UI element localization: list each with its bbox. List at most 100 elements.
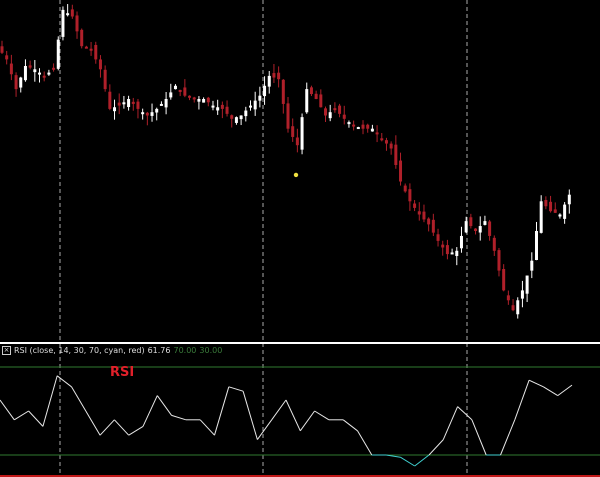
rsi-segment — [99, 419, 115, 436]
candle-body — [253, 100, 257, 110]
rsi-segment — [128, 425, 144, 436]
candle-body — [441, 244, 445, 248]
rsi-segment — [500, 419, 516, 456]
rsi-segment — [557, 384, 573, 397]
rsi-segment — [471, 419, 487, 456]
candle-body — [352, 124, 356, 127]
candle-body — [431, 219, 435, 233]
candle-body — [220, 104, 224, 109]
candle-body — [98, 59, 102, 70]
rsi-levels — [0, 366, 600, 456]
candle-body — [389, 143, 393, 149]
candle-body — [502, 269, 506, 291]
candle-body — [150, 112, 154, 116]
candle-body — [108, 91, 112, 109]
candle-body — [258, 95, 262, 101]
candle-body — [488, 221, 492, 236]
candle-body — [23, 66, 27, 81]
rsi-segment — [314, 410, 330, 421]
candle-body — [19, 77, 23, 88]
candle-body — [263, 85, 267, 97]
rsi-segment — [42, 375, 58, 427]
candle-body — [333, 108, 337, 111]
candle-body — [272, 73, 276, 78]
candle-body — [56, 39, 60, 69]
vertical-gridlines — [59, 0, 468, 477]
candle-body — [0, 46, 4, 53]
candle-body — [394, 144, 398, 165]
candle-body — [328, 112, 332, 119]
candle-body — [511, 305, 515, 311]
candle-body — [295, 137, 299, 146]
candle-body — [342, 114, 346, 119]
rsi-segment — [156, 395, 173, 416]
candle-body — [94, 44, 98, 60]
candle-body — [553, 209, 557, 213]
candle-body — [455, 250, 459, 256]
chart-window: × RSI (close, 14, 30, 70, cyan, red) 61.… — [0, 0, 600, 477]
candle-body — [202, 99, 206, 103]
candle-body — [113, 107, 117, 112]
rsi-title: RSI — [110, 365, 135, 380]
rsi-segment — [14, 410, 29, 421]
candle-body — [131, 101, 135, 104]
candle-body — [567, 194, 571, 205]
candle-body — [314, 93, 318, 99]
candle-body — [52, 67, 56, 70]
rsi-segment — [428, 439, 444, 456]
candle-body — [408, 189, 412, 202]
candle-body — [530, 260, 534, 271]
candle-body — [225, 106, 229, 114]
close-box-icon[interactable]: × — [2, 346, 11, 355]
candle-body — [558, 214, 562, 217]
rsi-segment — [528, 379, 544, 388]
candle-body — [305, 89, 309, 113]
candle-body — [370, 128, 374, 132]
candle-body — [300, 117, 304, 150]
rsi-segment — [242, 391, 258, 440]
candle-body — [544, 200, 548, 207]
candle-body — [70, 9, 74, 17]
rsi-segment — [142, 395, 158, 427]
candle-body — [188, 95, 192, 98]
rsi-segment — [56, 375, 72, 388]
candle-body — [497, 250, 501, 271]
candle-body — [450, 252, 454, 255]
rsi-segment — [543, 386, 558, 397]
candle-body — [478, 226, 482, 233]
rsi-segment — [171, 414, 187, 421]
candle-body — [534, 231, 538, 261]
rsi-segment — [271, 399, 287, 421]
candle-body — [206, 97, 210, 103]
candle-body — [164, 99, 168, 108]
rsi-segment — [228, 386, 244, 392]
rsi-segment — [85, 410, 101, 436]
candle-body — [356, 127, 360, 130]
candle-body — [506, 295, 510, 301]
candle-body — [427, 218, 431, 225]
candle-body — [84, 46, 88, 49]
candle-body — [483, 221, 487, 225]
candle-body — [417, 211, 421, 215]
candle-body — [492, 237, 496, 251]
candle-body — [230, 115, 234, 119]
candle-body — [248, 105, 252, 108]
candle-body — [28, 65, 32, 68]
rsi-segment — [256, 419, 273, 440]
candle-body — [539, 201, 543, 233]
candle-body — [403, 185, 407, 192]
candle-body — [5, 55, 9, 60]
rsi-segment — [514, 380, 530, 420]
candle-body — [459, 235, 463, 249]
price-candles — [0, 4, 571, 319]
candle-body — [445, 245, 449, 255]
candle-body — [145, 112, 149, 116]
rsi-label: RSI (close, 14, 30, 70, cyan, red) — [14, 346, 145, 355]
rsi-segment — [0, 399, 15, 421]
candle-body — [159, 103, 163, 106]
candle-body — [216, 107, 220, 111]
rsi-segment — [199, 419, 215, 436]
candle-body — [474, 228, 478, 231]
candle-body — [516, 300, 520, 315]
rsi-segment — [214, 386, 230, 436]
